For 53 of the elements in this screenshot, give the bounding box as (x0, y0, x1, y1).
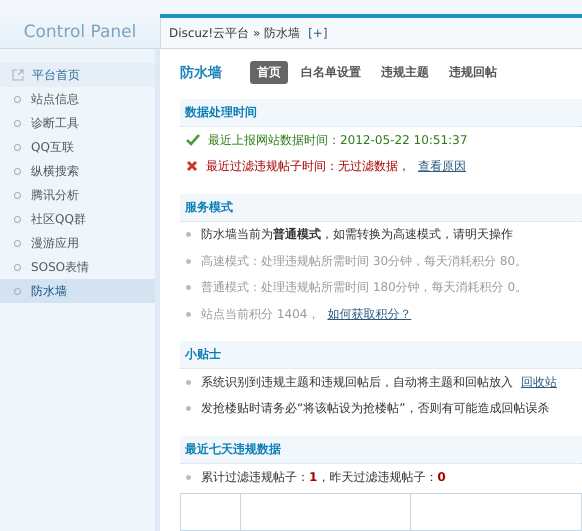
info-text: 站点当前积分 1404， (201, 306, 320, 322)
bullet-icon (186, 232, 191, 238)
info-text: 最近过滤违规帖子时间：无过滤数据， (206, 158, 410, 175)
sidebar-item[interactable]: 诊断工具 (0, 111, 155, 135)
circle-bullet-icon (14, 144, 21, 150)
bullet-icon (186, 258, 191, 264)
circle-bullet-icon (14, 168, 21, 174)
tab[interactable]: 首页 (250, 61, 288, 84)
info-text: 普通模式：处理违规帖所需时间 180分钟，每天消耗积分 0。 (201, 279, 528, 296)
bullet-icon (186, 285, 191, 290)
help-link[interactable]: 如何获取积分？ (327, 306, 412, 322)
logo-subtitle: Control Panel (24, 22, 136, 42)
section-title: 最近七天违规数据 (185, 441, 281, 458)
section-title: 数据处理时间 (185, 104, 257, 121)
circle-bullet-icon (14, 96, 21, 102)
bullet-icon (186, 406, 191, 412)
sidebar-item[interactable]: 腾讯分析 (0, 183, 155, 207)
sidebar-item[interactable]: 社区QQ群 (0, 207, 155, 231)
page-title: 防水墙 (180, 64, 222, 82)
help-link[interactable]: 回收站 (521, 374, 557, 392)
info-text: 防水墙当前为普通模式，如需转换为高速模式，请明天操作 (201, 226, 513, 244)
stat-text: 累计过滤违规帖子：1，昨天过滤违规帖子：0 (201, 469, 446, 486)
sidebar-item[interactable]: QQ互联 (0, 135, 155, 159)
circle-bullet-icon (14, 264, 21, 270)
info-text: 系统识别到违规主题和违规回帖后，自动将主题和回帖放入 (201, 374, 513, 392)
help-link[interactable]: 查看原因 (418, 158, 466, 175)
info-text: 发抢楼贴时请务必“将该帖设为抢楼帖”，否则有可能造成回帖误杀 (201, 400, 550, 418)
tab[interactable]: 违规回帖 (442, 61, 504, 84)
sidebar-item[interactable]: 漫游应用 (0, 231, 155, 255)
checkmark-icon (186, 134, 200, 146)
external-link-icon (12, 69, 24, 81)
section-title: 服务模式 (185, 198, 233, 216)
circle-bullet-icon (14, 216, 21, 222)
circle-bullet-icon (14, 240, 21, 246)
bullet-icon (186, 380, 191, 386)
tab[interactable]: 违规主题 (374, 61, 436, 84)
sidebar-item[interactable]: SOSO表情 (0, 255, 155, 279)
circle-bullet-icon (14, 288, 21, 294)
section-title: 小贴士 (185, 346, 221, 364)
bullet-icon (186, 312, 191, 316)
cross-icon (186, 160, 198, 172)
tab[interactable]: 白名单设置 (294, 61, 368, 84)
bullet-icon (186, 475, 191, 480)
sidebar-item[interactable]: 纵横搜索 (0, 159, 155, 183)
sidebar-item[interactable]: 站点信息 (0, 87, 155, 111)
circle-bullet-icon (14, 192, 21, 198)
info-text: 最近上报网站数据时间：2012-05-22 10:51:37 (208, 132, 468, 149)
add-shortcut-link[interactable]: [+] (308, 26, 328, 40)
sidebar-item[interactable]: 防水墙 (0, 279, 155, 303)
sidebar-item[interactable]: 平台首页 (0, 63, 155, 87)
breadcrumb: Discuz!云平台 » 防水墙 (169, 24, 300, 42)
info-text: 高速模式：处理违规帖所需时间 30分钟，每天消耗积分 80。 (201, 252, 528, 270)
circle-bullet-icon (14, 120, 21, 126)
